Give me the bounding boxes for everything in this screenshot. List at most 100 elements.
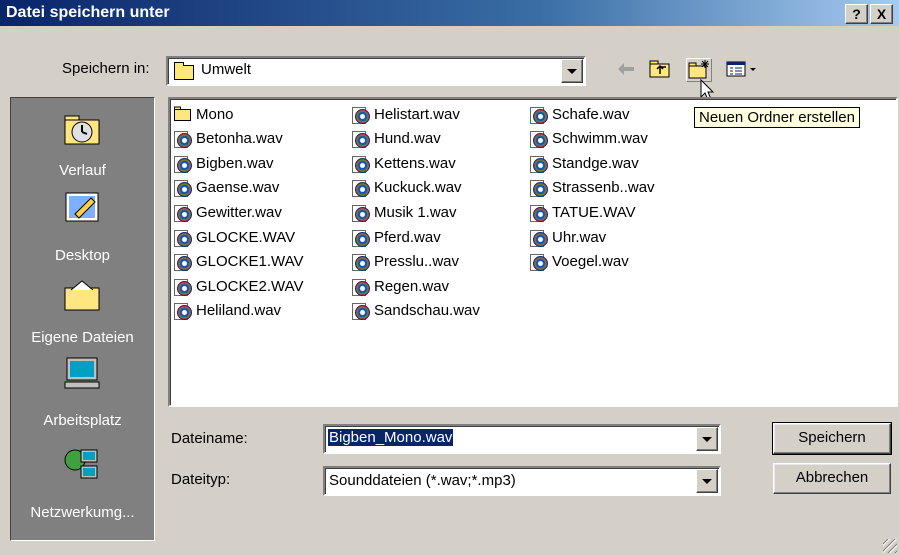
file-item[interactable]: Kettens.wav bbox=[352, 152, 456, 174]
file-item[interactable]: Strassenb..wav bbox=[530, 177, 655, 199]
audio-file-icon bbox=[174, 179, 192, 198]
savein-dropdown-button[interactable] bbox=[561, 59, 583, 83]
my-documents-icon bbox=[63, 278, 101, 312]
place-my-documents[interactable]: Eigene Dateien bbox=[11, 272, 154, 354]
file-item[interactable]: Regen.wav bbox=[352, 275, 449, 297]
file-item[interactable]: Presslu..wav bbox=[352, 251, 459, 273]
filename-label: Dateiname: bbox=[171, 430, 248, 447]
file-name: GLOCKE2.WAV bbox=[196, 277, 304, 295]
close-button[interactable]: X bbox=[870, 4, 893, 24]
file-name: Strassenb..wav bbox=[552, 179, 655, 197]
place-my-computer[interactable]: Arbeitsplatz bbox=[11, 354, 154, 444]
audio-file-icon bbox=[530, 106, 548, 124]
file-item[interactable]: GLOCKE2.WAV bbox=[174, 275, 304, 297]
audio-file-icon bbox=[530, 253, 548, 272]
resize-grip[interactable] bbox=[883, 539, 897, 553]
file-name: Uhr.wav bbox=[552, 228, 607, 246]
audio-file-icon bbox=[174, 278, 192, 296]
my-computer-icon bbox=[63, 356, 101, 390]
place-label: Arbeitsplatz bbox=[43, 412, 122, 429]
file-name: TATUE.WAV bbox=[552, 203, 636, 221]
savein-value: Umwelt bbox=[201, 61, 252, 78]
filetype-select[interactable]: Sounddateien (*.wav;*.mp3) bbox=[323, 466, 721, 496]
audio-file-icon bbox=[174, 155, 192, 173]
file-name: Gewitter.wav bbox=[196, 203, 282, 221]
network-icon bbox=[63, 446, 101, 480]
file-name: GLOCKE1.WAV bbox=[196, 253, 304, 271]
file-item[interactable]: Pferd.wav bbox=[352, 226, 441, 248]
file-item[interactable]: Voegel.wav bbox=[530, 251, 629, 273]
audio-file-icon bbox=[530, 204, 548, 222]
folder-icon bbox=[174, 61, 194, 80]
history-icon bbox=[63, 112, 101, 146]
file-item[interactable]: Gewitter.wav bbox=[174, 201, 282, 223]
file-item[interactable]: Sandschau.wav bbox=[352, 300, 480, 322]
audio-file-icon bbox=[352, 155, 370, 173]
place-label: Netzwerkumg... bbox=[30, 504, 135, 521]
file-name: Gaense.wav bbox=[196, 179, 280, 197]
file-item[interactable]: Gaense.wav bbox=[174, 177, 279, 199]
file-name: Betonha.wav bbox=[196, 130, 283, 148]
file-item[interactable]: Kuckuck.wav bbox=[352, 177, 462, 199]
place-label: Verlauf bbox=[59, 162, 106, 179]
window-title: Datei speichern unter bbox=[6, 4, 170, 21]
audio-file-icon bbox=[352, 278, 370, 296]
file-name: Kettens.wav bbox=[374, 154, 456, 172]
file-name: Helistart.wav bbox=[374, 105, 460, 123]
file-item[interactable]: GLOCKE.WAV bbox=[174, 226, 295, 248]
place-desktop[interactable]: Desktop bbox=[11, 186, 154, 272]
file-name: Bigben.wav bbox=[196, 154, 274, 172]
help-button[interactable]: ? bbox=[845, 4, 868, 24]
file-item[interactable]: Musik 1.wav bbox=[352, 201, 457, 223]
file-list[interactable]: Mono Betonha.wav Bigben.wav Gaense.wav Gewit… bbox=[168, 97, 898, 407]
audio-file-icon bbox=[174, 253, 192, 272]
file-name: Presslu..wav bbox=[374, 253, 460, 271]
file-item[interactable]: Heliland.wav bbox=[174, 300, 281, 322]
place-history[interactable]: Verlauf bbox=[11, 98, 154, 186]
audio-file-icon bbox=[530, 179, 548, 198]
file-name: Standge.wav bbox=[552, 154, 639, 172]
filetype-label: Dateityp: bbox=[171, 471, 231, 488]
place-label: Eigene Dateien bbox=[31, 329, 134, 346]
file-item[interactable]: Schafe.wav bbox=[530, 103, 630, 125]
audio-file-icon bbox=[352, 302, 370, 321]
audio-file-icon bbox=[174, 130, 192, 149]
title-bar: Datei speichern unter ? X bbox=[0, 0, 899, 26]
file-name: Heliland.wav bbox=[196, 302, 282, 320]
file-item[interactable]: Betonha.wav bbox=[174, 128, 283, 150]
audio-file-icon bbox=[352, 179, 370, 198]
place-label: Desktop bbox=[54, 247, 111, 264]
up-folder-icon[interactable] bbox=[648, 58, 672, 80]
folder-icon bbox=[174, 106, 191, 123]
audio-file-icon bbox=[352, 253, 370, 272]
filename-input[interactable]: Bigben_Mono.wav bbox=[323, 424, 721, 454]
audio-file-icon bbox=[530, 130, 548, 149]
file-name: Hund.wav bbox=[374, 130, 441, 148]
file-name: Schwimm.wav bbox=[552, 130, 648, 148]
save-button[interactable]: Speichern bbox=[772, 422, 892, 455]
desktop-icon bbox=[63, 190, 101, 224]
file-item[interactable]: Helistart.wav bbox=[352, 103, 460, 125]
filetype-dropdown-button[interactable] bbox=[696, 469, 718, 493]
cancel-button[interactable]: Abbrechen bbox=[773, 463, 891, 494]
audio-file-icon bbox=[352, 229, 370, 247]
audio-file-icon bbox=[530, 229, 548, 247]
file-name: Kuckuck.wav bbox=[374, 179, 462, 197]
filename-dropdown-button[interactable] bbox=[696, 427, 718, 451]
file-item[interactable]: Standge.wav bbox=[530, 152, 639, 174]
back-arrow-icon[interactable] bbox=[614, 58, 638, 80]
file-item[interactable]: GLOCKE1.WAV bbox=[174, 251, 304, 273]
file-name: Pferd.wav bbox=[374, 228, 441, 246]
file-item[interactable]: Hund.wav bbox=[352, 128, 441, 150]
audio-file-icon bbox=[174, 204, 192, 222]
savein-label: Speichern in: bbox=[62, 60, 150, 77]
file-item[interactable]: Bigben.wav bbox=[174, 152, 274, 174]
savein-combo[interactable]: Umwelt bbox=[166, 56, 586, 86]
file-item[interactable]: Schwimm.wav bbox=[530, 128, 648, 150]
place-network[interactable]: Netzwerkumg... bbox=[11, 444, 154, 534]
file-item[interactable]: Uhr.wav bbox=[530, 226, 606, 248]
audio-file-icon bbox=[174, 302, 192, 321]
view-menu-icon[interactable] bbox=[726, 58, 760, 80]
file-item[interactable]: Mono bbox=[174, 103, 234, 125]
file-item[interactable]: TATUE.WAV bbox=[530, 201, 636, 223]
